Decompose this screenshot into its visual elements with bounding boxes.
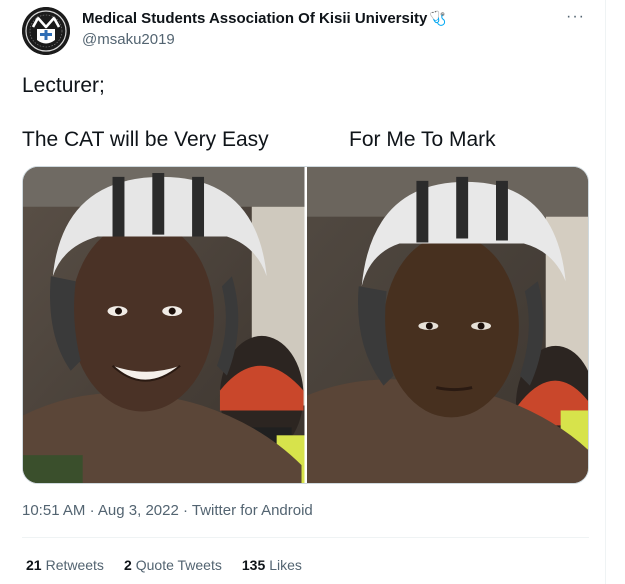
likes-count: 135: [241, 557, 266, 573]
author-name-text: Medical Students Association Of Kisii Un…: [82, 10, 428, 27]
stethoscope-icon: 🩺: [429, 10, 447, 26]
retweets-stat[interactable]: 21 Retweets: [26, 557, 104, 573]
more-horizontal-icon[interactable]: ···: [566, 8, 585, 26]
divider: [22, 537, 589, 538]
likes-stat[interactable]: 135 Likes: [242, 557, 302, 573]
avatar[interactable]: [22, 7, 70, 55]
likes-label: Likes: [269, 557, 302, 573]
tweet-date[interactable]: Aug 3, 2022: [98, 502, 179, 519]
tweet-text-line1: Lecturer;: [22, 74, 105, 97]
tweet-media[interactable]: [22, 166, 589, 484]
tweet-time[interactable]: 10:51 AM: [22, 502, 85, 519]
tweet-source[interactable]: Twitter for Android: [192, 502, 313, 519]
meta-dot: ·: [182, 502, 188, 519]
author-handle[interactable]: @msaku2019: [82, 31, 175, 48]
retweets-label: Retweets: [45, 557, 104, 573]
msa-logo-icon: [22, 7, 70, 55]
meme-image-left[interactable]: [23, 167, 305, 483]
quote-tweets-stat[interactable]: 2 Quote Tweets: [124, 557, 222, 573]
caption-right: For Me To Mark: [349, 128, 496, 151]
tweet-card: Medical Students Association Of Kisii Un…: [0, 0, 606, 584]
retweets-count: 21: [26, 557, 42, 573]
meta-dot: ·: [89, 502, 95, 519]
caption-left: The CAT will be Very Easy: [22, 128, 269, 151]
meme-image-right[interactable]: [306, 167, 588, 483]
quote-tweets-count: 2: [123, 557, 132, 573]
tweet-stats: 21 Retweets 2 Quote Tweets 135 Likes: [26, 557, 302, 573]
quote-tweets-label: Quote Tweets: [135, 557, 222, 573]
tweet-metadata: 10:51 AM · Aug 3, 2022 · Twitter for And…: [22, 502, 313, 519]
author-display-name[interactable]: Medical Students Association Of Kisii Un…: [82, 10, 447, 27]
